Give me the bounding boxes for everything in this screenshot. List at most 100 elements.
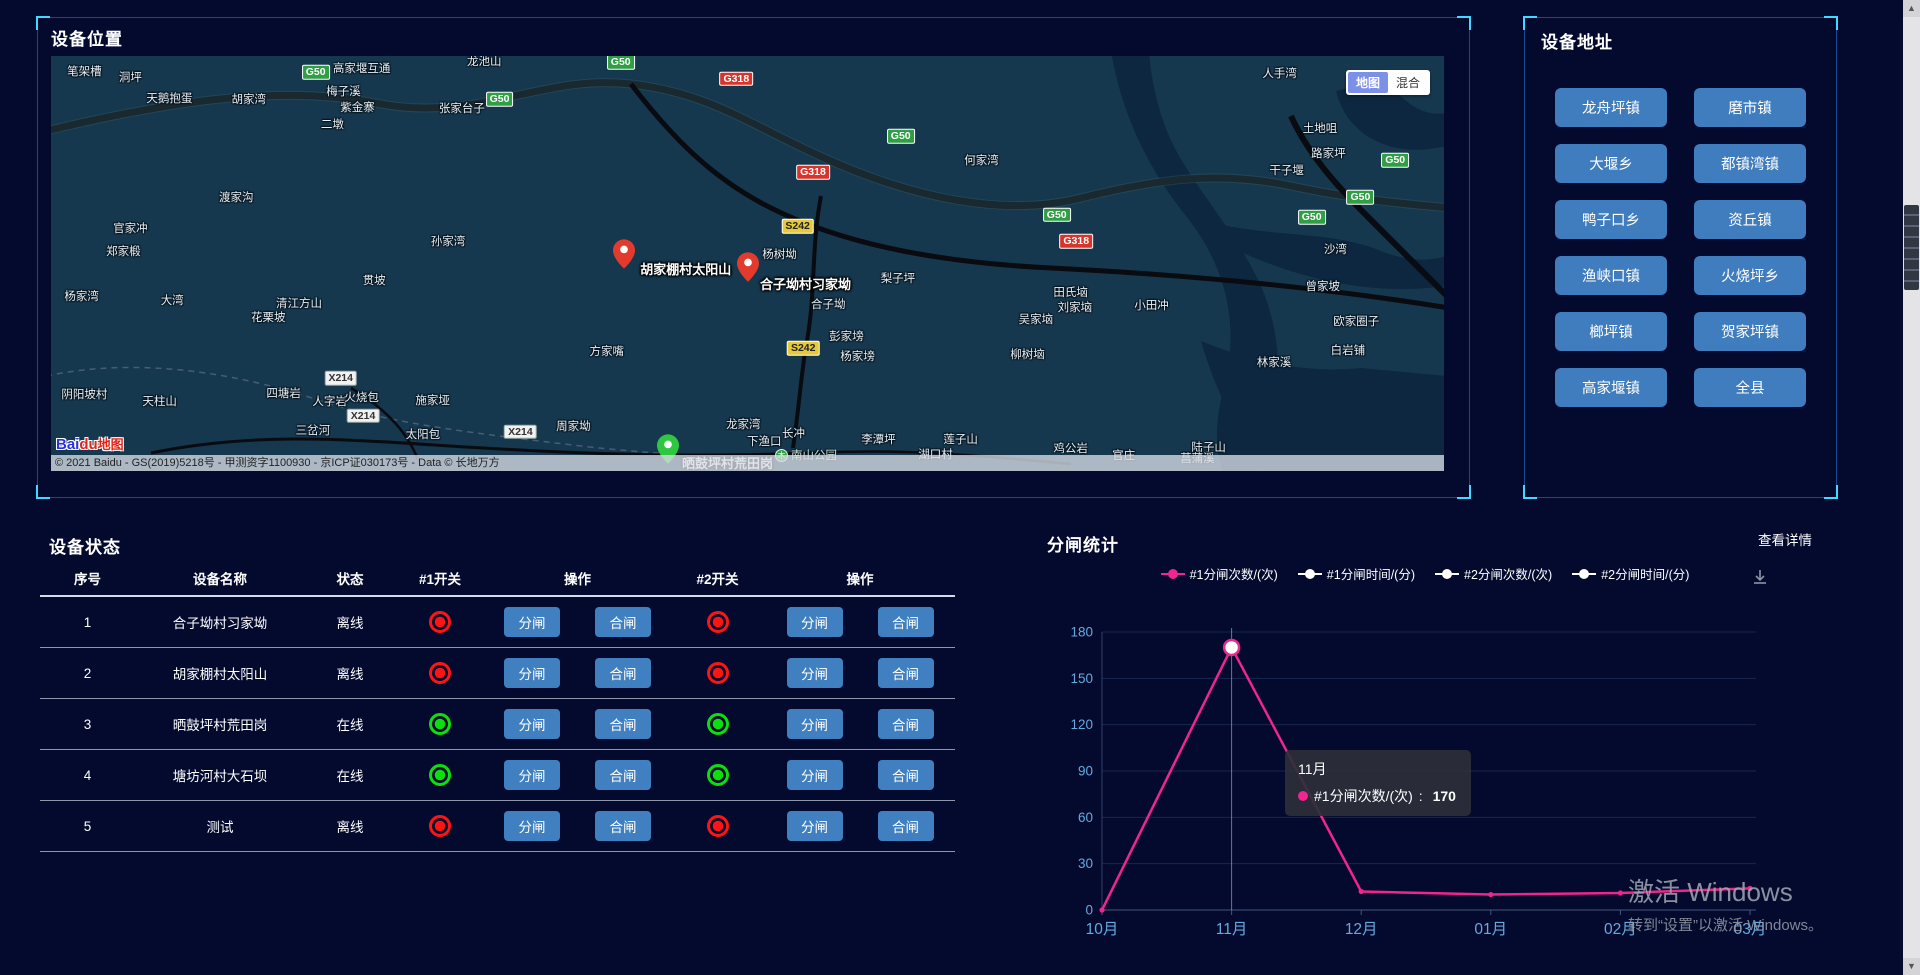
page-scrollbar[interactable]: ▲ ▼: [1903, 0, 1920, 975]
corner-decoration: [1523, 485, 1537, 499]
switch1-close-button[interactable]: 合闸: [595, 811, 651, 841]
tooltip-title: 11月: [1298, 759, 1456, 779]
switch2-indicator: [707, 713, 729, 735]
svg-text:60: 60: [1078, 810, 1093, 825]
town-button-4[interactable]: 都镇湾镇: [1694, 144, 1806, 183]
map-place-label: 贯坡: [363, 272, 386, 288]
road-badge-G318: G318: [796, 165, 830, 180]
town-button-10[interactable]: 贺家坪镇: [1694, 312, 1806, 351]
switch2-open-button[interactable]: 分闸: [787, 607, 843, 637]
switch1-close-button[interactable]: 合闸: [595, 709, 651, 739]
row-index: 1: [40, 615, 135, 630]
legend-marker-icon: [1298, 569, 1322, 579]
legend-marker-icon: [1161, 569, 1185, 579]
device-status: 离线: [305, 612, 395, 632]
legend-item[interactable]: #2分闸时间/(分): [1572, 564, 1689, 583]
legend-item[interactable]: #1分闸次数/(次): [1161, 564, 1278, 583]
map-type-hybrid-button[interactable]: 混合: [1388, 72, 1428, 93]
device-location-title: 设备位置: [51, 25, 123, 50]
map-place-label: 火烧包: [344, 389, 379, 405]
scrollbar-up-arrow[interactable]: ▲: [1903, 0, 1920, 17]
legend-item[interactable]: #2分闸次数/(次): [1435, 564, 1552, 583]
chart-legend: #1分闸次数/(次) #1分闸时间/(分) #2分闸次数/(次) #2分闸时间/…: [1040, 564, 1810, 583]
svg-text:180: 180: [1070, 625, 1093, 640]
road-badge-X214: X214: [347, 409, 380, 424]
town-button-5[interactable]: 鸭子口乡: [1555, 200, 1667, 239]
switch1-open-button[interactable]: 分闸: [504, 658, 560, 688]
map-pin-合子坳村习家坳[interactable]: [737, 252, 759, 282]
map-pin-label: 胡家棚村太阳山: [640, 259, 731, 278]
legend-item[interactable]: #1分闸时间/(分): [1298, 564, 1415, 583]
town-button-6[interactable]: 资丘镇: [1694, 200, 1806, 239]
switch1-open-button[interactable]: 分闸: [504, 760, 560, 790]
col-header-ops2: 操作: [765, 568, 955, 588]
town-button-3[interactable]: 大堰乡: [1555, 144, 1667, 183]
switch2-open-button[interactable]: 分闸: [787, 709, 843, 739]
map-place-label: 郑家椴: [106, 243, 141, 259]
switch2-indicator: [707, 815, 729, 837]
col-header-name: 设备名称: [135, 568, 305, 588]
town-button-7[interactable]: 渔峡口镇: [1555, 256, 1667, 295]
switch2-close-button[interactable]: 合闸: [878, 607, 934, 637]
switch2-close-button[interactable]: 合闸: [878, 811, 934, 841]
map-place-label: 周家坳: [556, 418, 591, 434]
town-button-2[interactable]: 磨市镇: [1694, 88, 1806, 127]
switch1-close-button[interactable]: 合闸: [595, 607, 651, 637]
map-place-label: 太阳包: [406, 426, 441, 442]
map-type-map-button[interactable]: 地图: [1348, 72, 1388, 93]
map-type-control[interactable]: 地图 混合: [1346, 70, 1430, 95]
map-place-label: 阴阳坡村: [61, 386, 107, 402]
line-chart[interactable]: 030609012015018010月11月12月01月02月03月 11月 #…: [1040, 600, 1810, 945]
switch2-open-button[interactable]: 分闸: [787, 760, 843, 790]
road-badge-G50: G50: [607, 56, 635, 69]
map-place-label: 笔架槽: [67, 63, 102, 79]
map-place-label: 田氏垴: [1053, 284, 1088, 300]
map-place-label: 沙湾: [1324, 241, 1347, 257]
baidu-map[interactable]: 笔架槽洞坪天鹅抱蛋胡家湾高家堰互通梅子溪紫金寨二墩张家台子龙池山人手湾土地咀路家…: [51, 56, 1444, 471]
map-place-label: 梨子坪: [881, 270, 916, 286]
col-header-index: 序号: [40, 568, 135, 588]
scrollbar-thumb[interactable]: [1904, 205, 1919, 290]
svg-text:30: 30: [1078, 856, 1093, 871]
svg-text:02月: 02月: [1604, 921, 1637, 938]
col-header-switch2: #2开关: [670, 568, 765, 588]
road-badge-G50: G50: [1381, 153, 1409, 168]
switch1-indicator: [429, 611, 451, 633]
map-place-label: 方家嘴: [590, 343, 625, 359]
switch1-close-button[interactable]: 合闸: [595, 760, 651, 790]
town-button-8[interactable]: 火烧坪乡: [1694, 256, 1806, 295]
switch1-open-button[interactable]: 分闸: [504, 709, 560, 739]
svg-text:12月: 12月: [1345, 921, 1378, 938]
row-index: 2: [40, 666, 135, 681]
table-row: 1 合子坳村习家坳 离线 分闸 合闸 分闸 合闸: [40, 597, 955, 648]
town-button-9[interactable]: 榔坪镇: [1555, 312, 1667, 351]
switch2-close-button[interactable]: 合闸: [878, 709, 934, 739]
map-pin-胡家棚村太阳山[interactable]: [613, 239, 635, 269]
switch2-indicator: [707, 662, 729, 684]
town-button-1[interactable]: 龙舟坪镇: [1555, 88, 1667, 127]
switch1-close-button[interactable]: 合闸: [595, 658, 651, 688]
switch2-open-button[interactable]: 分闸: [787, 658, 843, 688]
switch1-open-button[interactable]: 分闸: [504, 811, 560, 841]
svg-text:120: 120: [1070, 717, 1093, 732]
switch1-open-button[interactable]: 分闸: [504, 607, 560, 637]
road-badge-G50: G50: [887, 129, 915, 144]
view-details-link[interactable]: 查看详情: [1758, 529, 1812, 549]
map-place-label: 三岔河: [296, 422, 331, 438]
switch2-open-button[interactable]: 分闸: [787, 811, 843, 841]
map-place-label: 梅子溪: [326, 83, 361, 99]
switch2-indicator: [707, 611, 729, 633]
town-button-11[interactable]: 高家堰镇: [1555, 368, 1667, 407]
svg-text:10月: 10月: [1086, 921, 1119, 938]
svg-text:150: 150: [1070, 671, 1093, 686]
map-place-label: 胡家湾: [232, 91, 267, 107]
col-header-ops1: 操作: [485, 568, 670, 588]
map-place-label: 张家台子: [439, 100, 485, 116]
map-place-label: 李潭坪: [861, 431, 896, 447]
scrollbar-down-arrow[interactable]: ▼: [1903, 958, 1920, 975]
device-status: 在线: [305, 765, 395, 785]
switch2-close-button[interactable]: 合闸: [878, 760, 934, 790]
town-button-12[interactable]: 全县: [1694, 368, 1806, 407]
switch2-close-button[interactable]: 合闸: [878, 658, 934, 688]
svg-text:01月: 01月: [1474, 921, 1507, 938]
